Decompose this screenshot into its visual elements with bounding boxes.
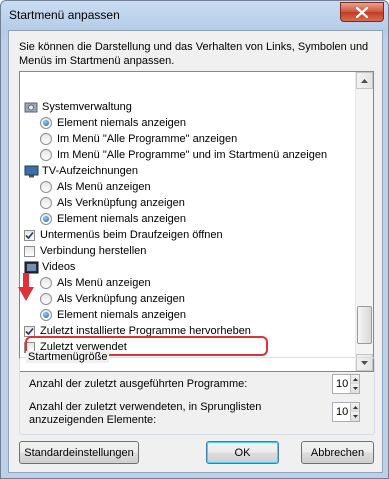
- list-checkbox-option[interactable]: Verbindung herstellen: [24, 243, 146, 259]
- dialog-window: Startmenü anpassen Sie können die Darste…: [0, 0, 389, 479]
- checkbox-icon[interactable]: [24, 245, 35, 257]
- list-item-label: Element niemals anzeigen: [57, 117, 187, 129]
- list-radio-option[interactable]: Als Verknüpfung anzeigen: [40, 195, 185, 211]
- list-item-label: Im Menü "Alle Programme" anzeigen: [57, 133, 238, 145]
- list-item-label: Als Menü anzeigen: [57, 277, 151, 289]
- close-icon: [356, 6, 368, 18]
- chevron-up-icon: [352, 378, 358, 381]
- radio-icon[interactable]: [40, 149, 52, 161]
- jumplist-items-stepper[interactable]: 10: [332, 402, 360, 422]
- list-item-label: Videos: [42, 261, 76, 273]
- list-item-label: Untermenüs beim Draufzeigen öffnen: [40, 229, 223, 241]
- recent-programs-stepper[interactable]: 10: [332, 374, 360, 394]
- cancel-button[interactable]: Abbrechen: [301, 441, 374, 464]
- list-radio-option[interactable]: Als Verknüpfung anzeigen: [40, 291, 185, 307]
- system-admin-icon: [24, 101, 39, 114]
- radio-icon[interactable]: [40, 293, 52, 305]
- title-bar[interactable]: Startmenü anpassen: [1, 1, 388, 29]
- chevron-up-icon: [352, 406, 358, 409]
- list-radio-option[interactable]: Im Menü "Alle Programme" und im Startmen…: [40, 147, 327, 163]
- group-title: Startmenügröße: [26, 351, 110, 363]
- ok-button[interactable]: OK: [206, 441, 279, 464]
- list-radio-option[interactable]: Element niemals anzeigen: [40, 211, 186, 227]
- list-item-label: Verbindung herstellen: [40, 245, 147, 257]
- list-radio-option[interactable]: Als Menü anzeigen: [40, 179, 151, 195]
- stepper-down-button[interactable]: [350, 412, 359, 421]
- radio-selected-icon[interactable]: [40, 117, 52, 129]
- list-item-label: Als Verknüpfung anzeigen: [57, 197, 185, 209]
- window-title: Startmenü anpassen: [9, 8, 120, 22]
- jumplist-label-line2: anzuzeigenden Elemente:: [29, 414, 157, 426]
- settings-list-content: Systemverwaltung Element niemals anzeigen…: [20, 72, 356, 371]
- radio-icon[interactable]: [40, 277, 52, 289]
- list-radio-option[interactable]: Im Menü "Alle Programme" anzeigen: [40, 131, 237, 147]
- jumplist-items-value: 10: [336, 406, 349, 418]
- list-scrollbar[interactable]: [355, 72, 373, 371]
- list-item-label: Als Menü anzeigen: [57, 181, 151, 193]
- jumplist-items-label: Anzahl der zuletzt verwendeten, in Sprun…: [29, 401, 261, 427]
- list-item-label: Element niemals anzeigen: [57, 309, 187, 321]
- list-item-label: Systemverwaltung: [42, 101, 132, 113]
- list-item-label: Im Menü "Alle Programme" und im Startmen…: [57, 149, 328, 161]
- recent-programs-label: Anzahl der zuletzt ausgeführten Programm…: [29, 378, 248, 390]
- list-checkbox-option[interactable]: Untermenüs beim Draufzeigen öffnen: [24, 227, 223, 243]
- list-radio-option[interactable]: Als Menü anzeigen: [40, 275, 151, 291]
- chevron-down-icon: [352, 415, 358, 418]
- scroll-thumb[interactable]: [357, 306, 372, 344]
- list-radio-option[interactable]: Element niemals anzeigen: [40, 115, 186, 131]
- list-item-label: Element niemals anzeigen: [57, 213, 187, 225]
- defaults-button[interactable]: Standardeinstellungen: [19, 441, 139, 464]
- radio-icon[interactable]: [40, 181, 52, 193]
- stepper-up-button[interactable]: [350, 375, 359, 384]
- list-category: Systemverwaltung: [24, 99, 132, 115]
- radio-icon[interactable]: [40, 197, 52, 209]
- list-item-label: Als Verknüpfung anzeigen: [57, 293, 185, 305]
- checkbox-checked-icon[interactable]: [24, 229, 35, 241]
- list-radio-option[interactable]: Element niemals anzeigen: [40, 307, 186, 323]
- checkbox-checked-icon[interactable]: [24, 325, 35, 337]
- red-arrow-icon: [18, 273, 34, 301]
- dialog-client-area: Sie können die Darstellung und das Verha…: [8, 30, 383, 473]
- jumplist-label-line1: Anzahl der zuletzt verwendeten, in Sprun…: [29, 401, 262, 413]
- tv-icon: [24, 165, 39, 178]
- stepper-down-button[interactable]: [350, 384, 359, 393]
- radio-icon[interactable]: [40, 133, 52, 145]
- stepper-up-button[interactable]: [350, 403, 359, 412]
- list-item-label: TV-Aufzeichnungen: [42, 165, 139, 177]
- recent-programs-value: 10: [336, 378, 349, 390]
- radio-selected-icon[interactable]: [40, 309, 52, 321]
- start-menu-size-group: Startmenügröße Anzahl der zuletzt ausgef…: [19, 351, 375, 435]
- chevron-down-icon: [352, 387, 358, 390]
- chevron-up-icon: [361, 78, 368, 83]
- scroll-up-button[interactable]: [356, 72, 373, 89]
- settings-list[interactable]: Systemverwaltung Element niemals anzeigen…: [19, 71, 374, 372]
- dialog-description: Sie können die Darstellung und das Verha…: [19, 41, 369, 67]
- radio-selected-icon[interactable]: [40, 213, 52, 225]
- list-category: TV-Aufzeichnungen: [24, 163, 138, 179]
- close-button[interactable]: [340, 2, 384, 22]
